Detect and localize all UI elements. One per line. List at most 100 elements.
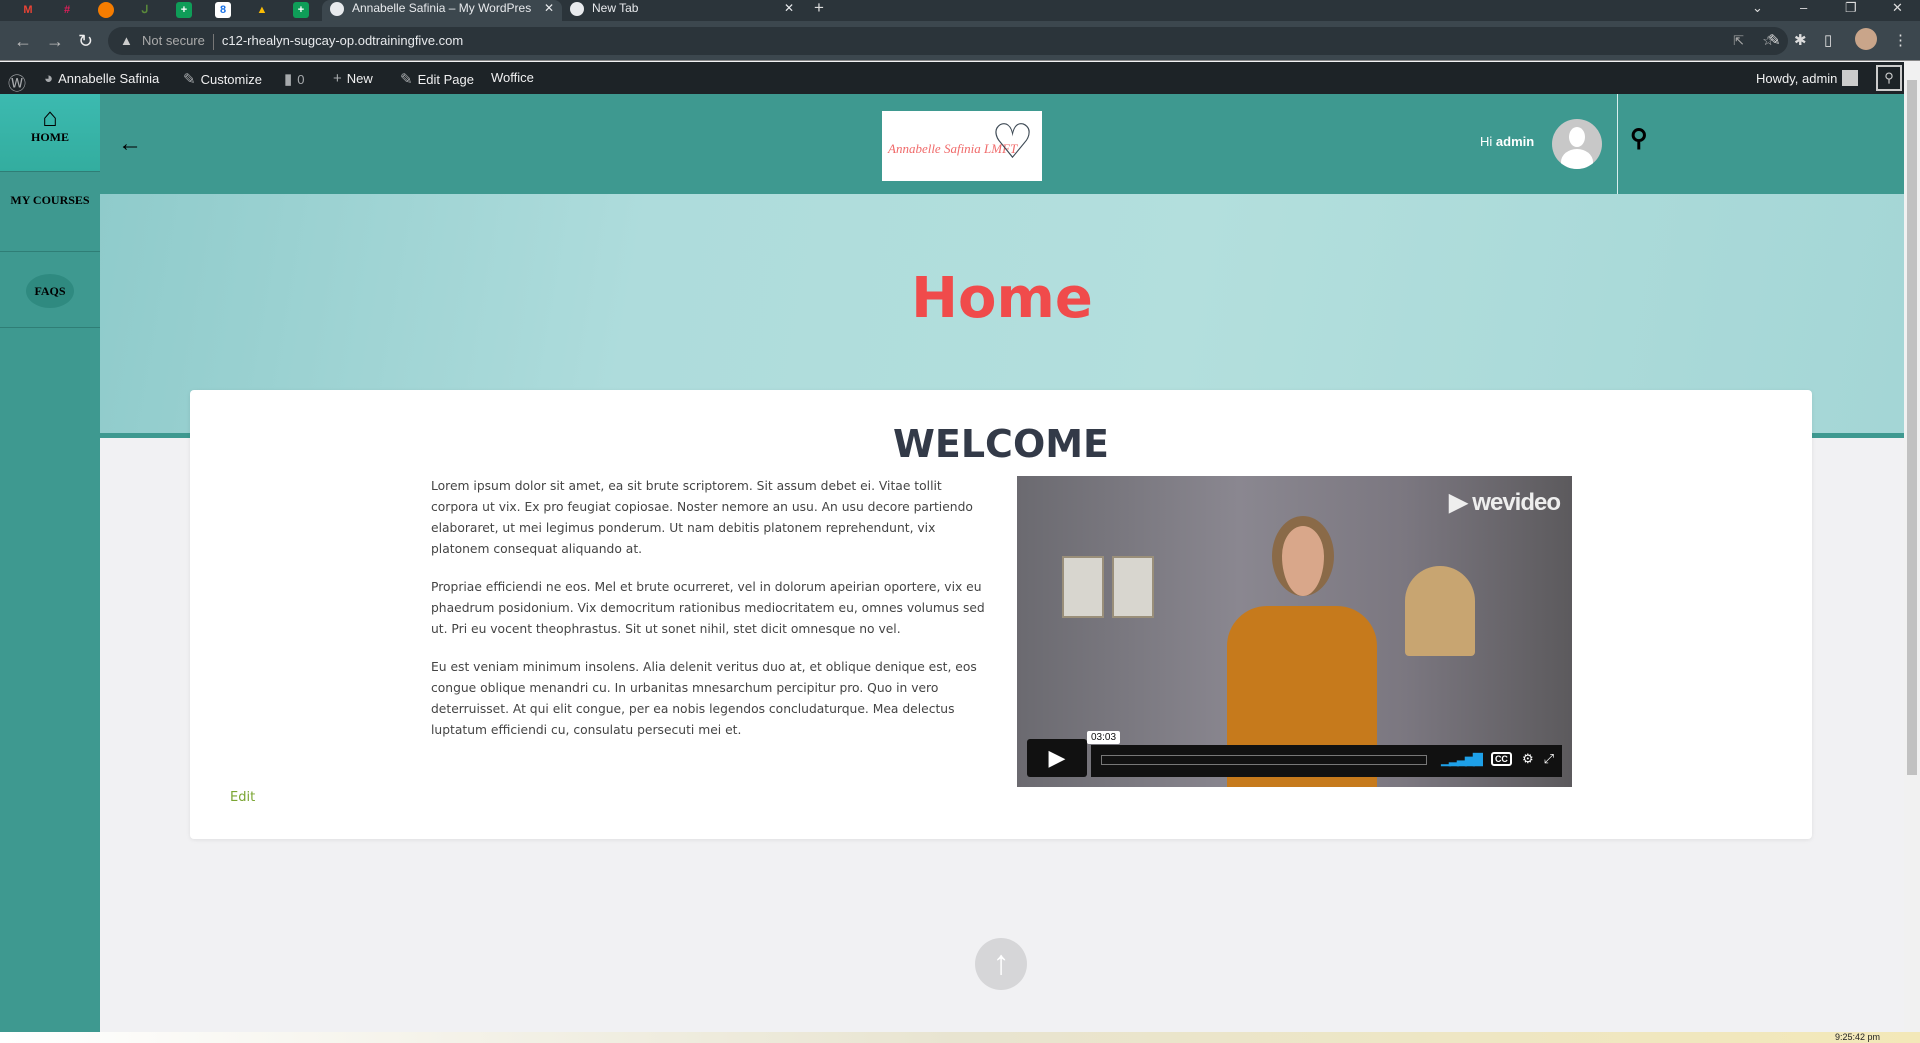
wevideo-logo: ▶ wevideo [1449,489,1561,516]
user-greeting[interactable]: Hi admin [1480,134,1534,149]
browser-tab-bar: M # ᒍ + 8 ▲ + Annabelle Safinia – My Wor… [0,0,1920,21]
search-icon[interactable]: ⚲ [1630,124,1648,153]
wordpress-logo-icon[interactable]: Ⓦ [8,70,26,96]
minimize-button[interactable]: – [1800,0,1807,15]
body-text: Lorem ipsum dolor sit amet, ea sit brute… [431,476,991,758]
welcome-heading: WELCOME [892,422,1110,466]
header-divider [1617,94,1618,194]
app-tab-icon[interactable]: ᒍ [137,2,153,18]
back-button[interactable]: ← [14,31,32,52]
tab-title: Annabelle Safinia – My WordPres [352,1,532,15]
side-panel-icon[interactable]: ▯ [1824,31,1832,49]
page-title: Home [911,266,1093,331]
plus-icon: + [333,70,342,87]
paragraph: Propriae efficiendi ne eos. Mel et brute… [431,580,985,636]
slack-tab-icon[interactable]: # [59,2,75,18]
comments-link[interactable]: ▮ 0 [284,70,305,88]
progress-bar[interactable] [1101,755,1427,765]
pencil-icon: ✎ [400,71,413,88]
new-tab-button[interactable]: + [814,0,824,18]
new-content-link[interactable]: + New [333,70,373,87]
new-label: New [346,71,373,86]
sidebar-item-label: HOME [31,130,69,144]
edit-link[interactable]: Edit [230,790,255,805]
edit-page-label: Edit Page [417,71,474,87]
security-label[interactable]: Not secure [142,33,205,48]
back-arrow-icon[interactable]: ← [118,130,142,158]
video-lamp-decor [1405,566,1475,656]
sheets-tab-icon[interactable]: + [293,2,309,18]
sheets-tab-icon[interactable]: + [176,2,192,18]
sidebar-item-label: MY COURSES [10,193,90,207]
close-tab-icon[interactable]: ✕ [784,0,794,17]
sidebar: ⌂ HOME MY COURSES FAQS [0,94,100,1032]
woffice-link[interactable]: Woffice [491,70,534,85]
user-avatar[interactable] [1552,119,1602,169]
tab-new-tab[interactable]: New Tab ✕ [562,0,802,21]
close-window-button[interactable]: ✕ [1892,0,1903,16]
warning-icon: ▲ [120,33,133,48]
settings-gear-icon[interactable]: ⚙ [1522,751,1534,767]
home-icon: ⌂ [42,103,58,132]
os-taskbar: 9:25:42 pm [0,1032,1920,1043]
globe-icon [330,2,344,16]
gmail-tab-icon[interactable]: M [20,2,36,18]
heart-logo-icon: ♡ [990,116,1034,169]
menu-kebab-icon[interactable]: ⋮ [1893,31,1908,49]
site-name-link[interactable]: ◕ Annabelle Safinia [44,70,159,87]
howdy-label: Howdy, admin [1756,70,1838,86]
scroll-to-top-button[interactable]: ↑ [975,938,1027,990]
site-header: ← Annabelle Safinia LMFT ♡ Hi admin ⚲ [100,94,1904,194]
paragraph: Eu est veniam minimum insolens. Alia del… [431,660,977,737]
scrollbar-thumb[interactable] [1907,80,1917,775]
share-icon[interactable]: ⇱ [1733,27,1744,55]
restore-button[interactable]: ❐ [1845,0,1857,16]
volume-icon[interactable]: ▁▂▃▅▇ [1441,751,1483,767]
content-card: WELCOME Lorem ipsum dolor sit amet, ea s… [190,390,1812,839]
edit-page-link[interactable]: ✎ Edit Page [400,70,474,88]
extension-icon[interactable]: ✎ [1768,31,1781,49]
site-logo[interactable]: Annabelle Safinia LMFT ♡ [882,111,1042,181]
forward-button[interactable]: → [46,31,64,52]
customize-label: Customize [200,71,262,87]
browser-toolbar: ← → ↻ ▲ Not secure c12-rhealyn-sugcay-op.… [0,21,1920,61]
fullscreen-icon[interactable]: ⤢ [1544,751,1554,767]
sidebar-item-my-courses[interactable]: MY COURSES [0,172,100,252]
video-player[interactable]: ▶ wevideo ▶ 03:03 ▁▂▃▅▇ CC ⚙ ⤢ [1017,476,1572,787]
page-scrollbar[interactable] [1904,62,1920,1032]
paragraph: Lorem ipsum dolor sit amet, ea sit brute… [431,479,973,556]
my-account-link[interactable]: Howdy, admin [1756,70,1859,86]
reload-button[interactable]: ↻ [78,31,93,52]
video-frame-decor [1062,556,1104,618]
tab-title: New Tab [592,1,639,15]
greeting-label: Hi [1480,134,1493,149]
sidebar-item-home[interactable]: ⌂ HOME [0,94,100,172]
woffice-label: Woffice [491,70,534,85]
sidebar-item-faqs[interactable]: FAQS [0,252,100,328]
wp-admin-bar: Ⓦ ◕ Annabelle Safinia ✎ Customize ▮ 0 + New … [0,62,1904,94]
app-tab-icon[interactable]: 8 [215,2,231,18]
profile-avatar[interactable] [1855,28,1877,50]
dashboard-icon: ◕ [44,70,54,87]
sidebar-item-label: FAQS [34,284,66,298]
play-button[interactable]: ▶ [1027,739,1087,777]
speech-bubble-icon: FAQS [26,274,74,308]
drive-tab-icon[interactable]: ▲ [254,2,270,18]
taskbar-clock: 9:25:42 pm [1834,1032,1880,1042]
close-tab-icon[interactable]: ✕ [544,0,554,17]
admin-search-icon[interactable]: ⚲ [1876,65,1902,91]
tab-search-icon[interactable]: ⌄ [1752,0,1763,16]
customize-link[interactable]: ✎ Customize [183,70,262,88]
address-bar[interactable]: ▲ Not secure c12-rhealyn-sugcay-op.odtrai… [108,27,1788,55]
video-controls: ▶ 03:03 ▁▂▃▅▇ CC ⚙ ⤢ [1027,731,1562,777]
comment-icon: ▮ [284,71,293,88]
url-text[interactable]: c12-rhealyn-sugcay-op.odtrainingfive.com [222,33,463,48]
app-tab-icon[interactable] [98,2,114,18]
tab-annabelle-safinia[interactable]: Annabelle Safinia – My WordPres ✕ [322,0,562,21]
extensions-puzzle-icon[interactable]: ✱ [1794,31,1807,49]
control-bar: 03:03 ▁▂▃▅▇ CC ⚙ ⤢ [1087,731,1562,777]
chrome-icon [570,2,584,16]
captions-button[interactable]: CC [1490,752,1512,766]
comments-count: 0 [297,71,305,87]
video-frame-decor [1112,556,1154,618]
